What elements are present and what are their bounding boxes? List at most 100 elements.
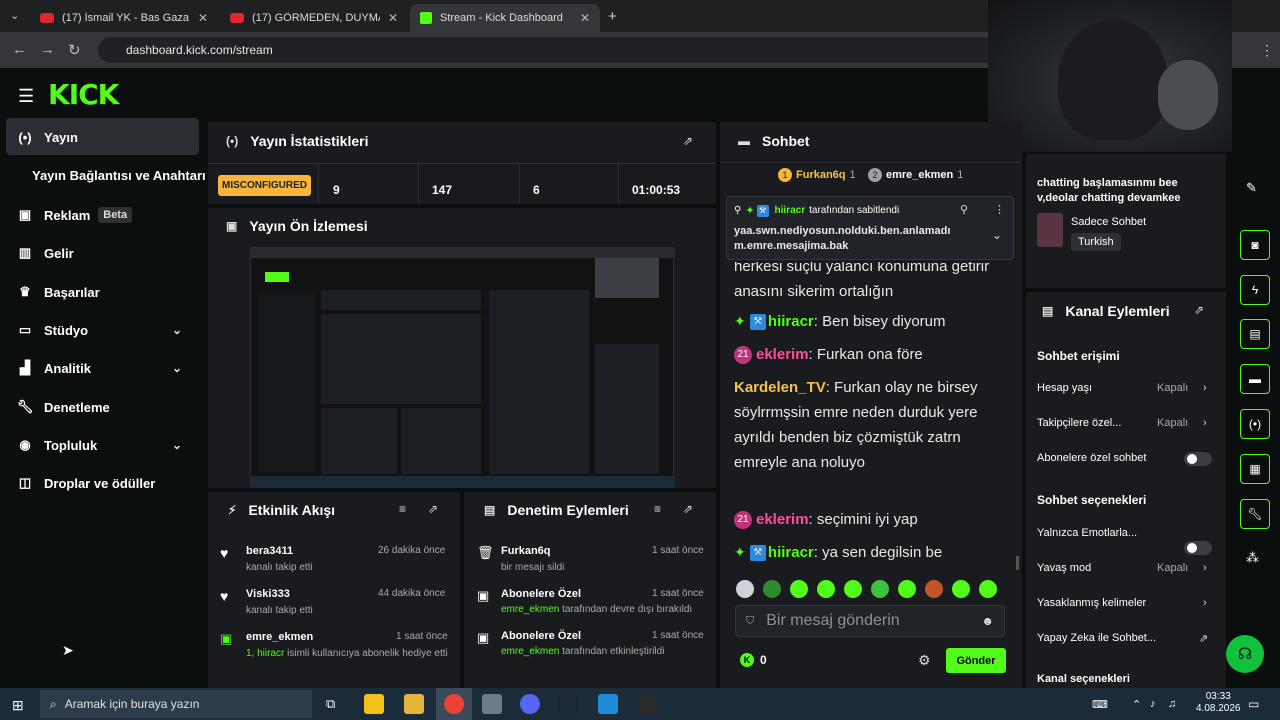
gear-icon[interactable]: ⚙︎ (918, 652, 931, 669)
sidebar-item-denetleme[interactable]: 🔧︎ Denetleme (16, 399, 110, 415)
chevron-down-icon[interactable]: ⌄ (992, 228, 1002, 242)
windows-start-icon[interactable]: ⊞ (12, 697, 24, 714)
emote-only-toggle[interactable] (1184, 541, 1212, 555)
sidebar-item-topluluk[interactable]: ◉ Topluluk ⌄ (16, 437, 196, 453)
steam-icon[interactable] (558, 694, 578, 714)
chat-username[interactable]: eklerim (756, 511, 809, 528)
keyboard-icon[interactable]: ⌨ (1092, 698, 1108, 711)
unpin-icon[interactable]: ⚲ (960, 203, 968, 216)
obs-icon[interactable] (638, 694, 658, 714)
emote-icon[interactable] (763, 580, 781, 598)
setting-account-age[interactable]: Hesap yaşı Kapalı › (1037, 382, 1213, 394)
top-user-2[interactable]: 2 emre_ekmen 1 (868, 168, 963, 182)
edit-icon[interactable]: ✎ (1246, 180, 1257, 196)
app-icon[interactable] (364, 694, 384, 714)
emote-icon[interactable] (736, 580, 754, 598)
menu-icon[interactable]: ☰ (18, 86, 34, 107)
browser-menu-icon[interactable]: ⋮ (1260, 42, 1274, 59)
popout-icon[interactable]: ⇗ (1194, 303, 1204, 317)
volume-icon[interactable]: ♫ (1168, 698, 1176, 710)
popout-icon[interactable]: ⇗ (683, 134, 693, 148)
popout-icon[interactable]: ⇗ (428, 502, 438, 516)
emote-icon[interactable] (790, 580, 808, 598)
sidebar-item-yayin[interactable]: (•) Yayın (16, 130, 78, 145)
taskbar-clock[interactable]: 03:33 4.08.2026 (1196, 691, 1241, 715)
chat-scrollbar[interactable] (1016, 556, 1019, 570)
tab-search-icon[interactable]: ⌄ (10, 9, 19, 22)
close-icon[interactable]: ✕ (388, 11, 398, 25)
community-icon: ◉ (19, 437, 31, 452)
subscribers-only-toggle[interactable] (1184, 452, 1212, 466)
emote-icon[interactable] (979, 580, 997, 598)
emote-icon[interactable] (925, 580, 943, 598)
stream-preview-video[interactable] (250, 247, 675, 488)
app-icon[interactable] (598, 694, 618, 714)
filter-icon[interactable]: ≡ (399, 502, 406, 516)
chat-input[interactable]: ⛉ Bir mesaj gönderin ☻ (735, 605, 1005, 637)
close-icon[interactable]: ✕ (580, 11, 590, 25)
emoji-icon[interactable]: ☻ (981, 614, 994, 628)
new-tab-icon[interactable]: + (608, 8, 617, 25)
setting-slow-mode[interactable]: Yavaş mod Kapalı › (1037, 562, 1213, 574)
discord-icon[interactable] (520, 694, 540, 714)
emote-icon[interactable] (952, 580, 970, 598)
filter-icon[interactable]: ≡ (654, 502, 661, 516)
browser-tab-3[interactable]: Stream - Kick Dashboard ✕ (410, 4, 600, 32)
setting-followers-only[interactable]: Takipçilere özel... Kapalı › (1037, 417, 1213, 429)
sidebar-item-analitik[interactable]: ▟ Analitik ⌄ (16, 360, 196, 376)
send-button[interactable]: Gönder (946, 648, 1006, 673)
activity-user[interactable]: bera3411 (246, 545, 293, 557)
share-icon[interactable]: ⁂ (1246, 550, 1259, 566)
back-icon[interactable]: ← (12, 41, 27, 58)
browser-tab-2[interactable]: (17) GÖRMEDEN, DUYMADAN ✕ (220, 4, 408, 32)
sidebar-item-gelir[interactable]: ▥ Gelir (16, 245, 74, 261)
sidebar-item-studyo[interactable]: ▭ Stüdyo ⌄ (16, 322, 196, 338)
chrome-icon[interactable] (444, 694, 464, 714)
emote-icon[interactable] (871, 580, 889, 598)
bolt-action-button[interactable]: ϟ (1240, 275, 1270, 305)
chat-username[interactable]: hiiracr (768, 544, 814, 561)
sidebar-item-droplar[interactable]: ◫ Droplar ve ödüller (16, 475, 155, 491)
taskbar-search[interactable]: ⌕ Aramak için buraya yazın (40, 690, 312, 718)
notification-icon[interactable]: ▭ (1248, 697, 1259, 711)
category-name[interactable]: Sadece Sohbet (1071, 216, 1146, 228)
more-options-icon[interactable]: ⋮ (994, 203, 1005, 216)
kicks-balance[interactable]: K 0 (740, 653, 767, 667)
moderation-user[interactable]: Furkan6q (501, 545, 551, 557)
top-user-1[interactable]: 1 Furkan6q 1 (778, 168, 856, 182)
emote-icon[interactable] (844, 580, 862, 598)
task-view-icon[interactable]: ⧉ (326, 696, 335, 712)
moderation-user[interactable]: emre_ekmen (501, 646, 559, 657)
activity-user[interactable]: Viski333 (246, 588, 290, 600)
support-headset-button[interactable]: ☊ (1226, 635, 1264, 673)
url-field[interactable]: dashboard.kick.com/stream (98, 37, 998, 63)
layout-action-button[interactable]: ▦ (1240, 454, 1270, 484)
emote-icon[interactable] (817, 580, 835, 598)
chat-username[interactable]: eklerim (756, 346, 809, 363)
chat-username[interactable]: hiiracr (768, 313, 814, 330)
kick-logo[interactable]: KICK (48, 78, 119, 111)
broadcast-action-button[interactable]: (•) (1240, 409, 1270, 439)
sidebar-item-stream-key[interactable]: Yayın Bağlantısı ve Anahtarı (32, 168, 206, 183)
reload-icon[interactable]: ↻ (68, 41, 81, 59)
sidebar-item-basarilar[interactable]: ♛ Başarılar (16, 284, 99, 300)
close-icon[interactable]: ✕ (198, 11, 208, 25)
setting-banned-words[interactable]: Yasaklanmış kelimeler › (1037, 597, 1213, 609)
microphone-icon[interactable]: ♪ (1150, 698, 1156, 710)
emote-icon[interactable] (898, 580, 916, 598)
chat-username[interactable]: Kardelen_TV (734, 379, 826, 396)
sidebar-item-reklam[interactable]: ▣ Reklam Beta (16, 207, 133, 223)
popout-icon[interactable]: ⇗ (683, 502, 693, 516)
camera-action-button[interactable]: ◙ (1240, 230, 1270, 260)
browser-tab-1[interactable]: (17) İsmail YK - Bas Gaza (Offici ✕ (30, 4, 218, 32)
forward-icon[interactable]: → (40, 41, 55, 58)
setting-ai-chat[interactable]: Yapay Zeka ile Sohbet... ⇗ (1037, 632, 1213, 645)
notes-action-button[interactable]: ▤ (1240, 319, 1270, 349)
file-explorer-icon[interactable] (404, 694, 424, 714)
app-icon[interactable] (482, 694, 502, 714)
activity-user[interactable]: emre_ekmen (246, 631, 313, 643)
wrench-action-button[interactable]: 🔧︎ (1240, 499, 1270, 529)
moderation-user[interactable]: emre_ekmen (501, 604, 559, 615)
chat-action-button[interactable]: ▬ (1240, 364, 1270, 394)
tray-chevron-icon[interactable]: ⌃ (1132, 698, 1141, 711)
